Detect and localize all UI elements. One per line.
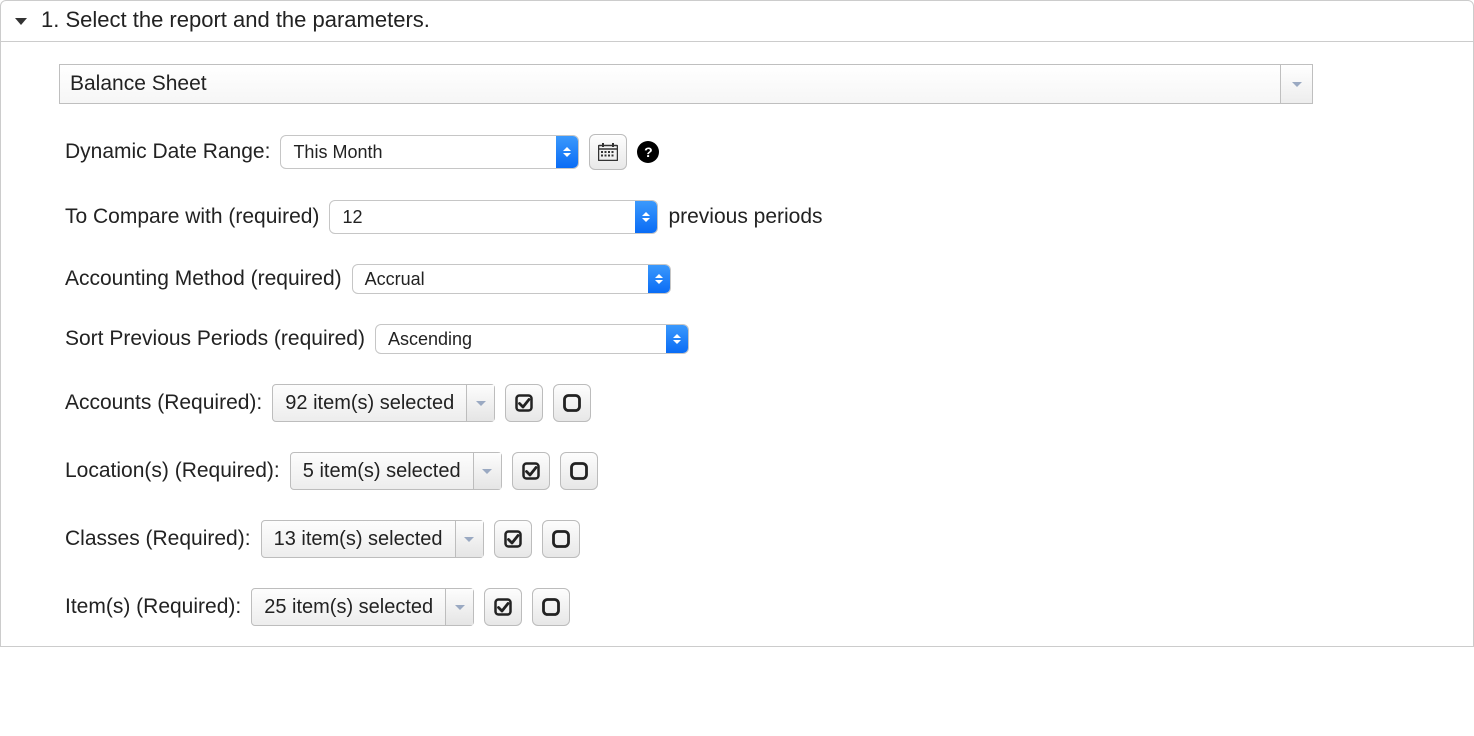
dynamic-date-range-label: Dynamic Date Range: (65, 140, 270, 164)
panel-title: 1. Select the report and the parameters. (41, 7, 430, 33)
compare-select[interactable]: 12 (329, 200, 658, 234)
classes-select-all-button[interactable] (494, 520, 532, 558)
classes-multiselect[interactable]: 13 item(s) selected (261, 520, 484, 558)
calendar-icon (598, 143, 618, 161)
chevron-down-icon (455, 605, 465, 610)
dynamic-date-range-select[interactable]: This Month (280, 135, 579, 169)
classes-label: Classes (Required): (65, 527, 251, 551)
items-select-all-button[interactable] (484, 588, 522, 626)
items-clear-button[interactable] (532, 588, 570, 626)
clear-icon (542, 598, 560, 616)
clear-icon (552, 530, 570, 548)
chevron-down-icon (1292, 82, 1302, 87)
sort-periods-select[interactable]: Ascending (375, 324, 689, 354)
locations-dropdown-button[interactable] (473, 453, 501, 489)
locations-select-all-button[interactable] (512, 452, 550, 490)
accounting-method-label: Accounting Method (required) (65, 267, 342, 291)
accounting-method-value: Accrual (353, 265, 648, 293)
dynamic-date-range-row: Dynamic Date Range: This Month (65, 134, 1423, 170)
panel-body: Balance Sheet Dynamic Date Range: This M… (1, 42, 1473, 646)
select-stepper-icon (648, 265, 670, 293)
help-icon[interactable]: ? (637, 141, 659, 163)
check-all-icon (515, 394, 533, 412)
report-select[interactable]: Balance Sheet (59, 64, 1313, 104)
panel-header[interactable]: 1. Select the report and the parameters. (1, 1, 1473, 42)
items-label: Item(s) (Required): (65, 595, 241, 619)
check-all-icon (494, 598, 512, 616)
accounts-row: Accounts (Required): 92 item(s) selected (65, 384, 1423, 422)
sort-periods-row: Sort Previous Periods (required) Ascendi… (65, 324, 1423, 354)
compare-suffix: previous periods (668, 205, 822, 229)
items-dropdown-button[interactable] (445, 589, 473, 625)
classes-row: Classes (Required): 13 item(s) selected (65, 520, 1423, 558)
locations-value: 5 item(s) selected (291, 453, 473, 489)
report-select-dropdown-button[interactable] (1280, 65, 1312, 103)
disclosure-icon (15, 18, 27, 25)
accounts-label: Accounts (Required): (65, 391, 262, 415)
locations-clear-button[interactable] (560, 452, 598, 490)
accounts-select-all-button[interactable] (505, 384, 543, 422)
report-select-value: Balance Sheet (60, 65, 1280, 103)
check-all-icon (522, 462, 540, 480)
accounts-value: 92 item(s) selected (273, 385, 466, 421)
accounts-multiselect[interactable]: 92 item(s) selected (272, 384, 495, 422)
compare-row: To Compare with (required) 12 previous p… (65, 200, 1423, 234)
calendar-button[interactable] (589, 134, 627, 170)
sort-periods-label: Sort Previous Periods (required) (65, 327, 365, 351)
accounting-method-row: Accounting Method (required) Accrual (65, 264, 1423, 294)
classes-dropdown-button[interactable] (455, 521, 483, 557)
locations-row: Location(s) (Required): 5 item(s) select… (65, 452, 1423, 490)
chevron-down-icon (482, 469, 492, 474)
accounts-clear-button[interactable] (553, 384, 591, 422)
classes-value: 13 item(s) selected (262, 521, 455, 557)
dynamic-date-range-value: This Month (281, 136, 556, 168)
accounting-method-select[interactable]: Accrual (352, 264, 671, 294)
select-stepper-icon (666, 325, 688, 353)
clear-icon (570, 462, 588, 480)
select-stepper-icon (556, 136, 578, 168)
select-stepper-icon (635, 201, 657, 233)
classes-clear-button[interactable] (542, 520, 580, 558)
compare-value: 12 (330, 201, 635, 233)
accounts-dropdown-button[interactable] (466, 385, 494, 421)
items-row: Item(s) (Required): 25 item(s) selected (65, 588, 1423, 626)
compare-label: To Compare with (required) (65, 205, 319, 229)
clear-icon (563, 394, 581, 412)
sort-periods-value: Ascending (376, 325, 666, 353)
locations-label: Location(s) (Required): (65, 459, 280, 483)
locations-multiselect[interactable]: 5 item(s) selected (290, 452, 502, 490)
report-parameters-panel: 1. Select the report and the parameters.… (0, 0, 1474, 647)
items-value: 25 item(s) selected (252, 589, 445, 625)
check-all-icon (504, 530, 522, 548)
chevron-down-icon (476, 401, 486, 406)
items-multiselect[interactable]: 25 item(s) selected (251, 588, 474, 626)
chevron-down-icon (464, 537, 474, 542)
